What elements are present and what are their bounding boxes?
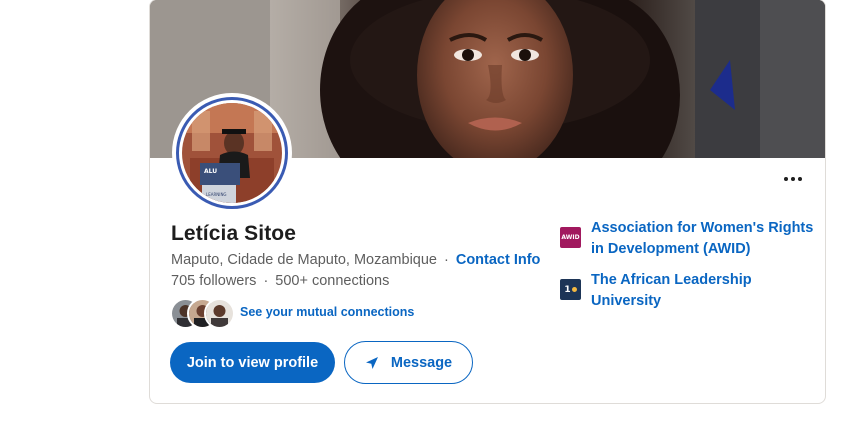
awid-logo-icon: AWID: [560, 227, 581, 248]
separator-dot: ·: [263, 273, 269, 289]
alu-logo-icon: 1: [560, 279, 581, 300]
organization-name: The African Leadership University: [591, 272, 752, 309]
organization-name: Association for Women's Rights in Develo…: [591, 220, 814, 257]
message-button[interactable]: Message: [344, 341, 473, 384]
profile-page: ALU LEARNING Letícia Sitoe Maputo, Cidad…: [0, 0, 849, 434]
mutual-connections-label: See your mutual connections: [240, 305, 415, 319]
mutual-connections-link[interactable]: See your mutual connections: [170, 297, 415, 329]
mutual-avatars: [170, 298, 235, 329]
join-to-view-profile-button[interactable]: Join to view profile: [170, 342, 335, 383]
profile-name: Letícia Sitoe: [171, 222, 297, 245]
organization-item-awid[interactable]: AWID Association for Women's Rights in D…: [560, 218, 813, 260]
profile-avatar[interactable]: ALU LEARNING: [172, 93, 292, 213]
avatar-banner-text: ALU: [204, 168, 217, 175]
more-horizontal-icon: [784, 177, 802, 181]
avatar-podium-text: LEARNING: [206, 192, 227, 197]
organization-item-alu[interactable]: 1 The African Leadership University: [560, 270, 752, 312]
contact-info-link[interactable]: Contact Info: [456, 252, 541, 268]
avatar-photo: ALU LEARNING: [182, 103, 282, 203]
mutual-avatar: [204, 298, 235, 329]
separator-dot: ·: [444, 252, 449, 268]
followers-count: 705 followers: [171, 273, 257, 289]
avatar-ring: ALU LEARNING: [176, 97, 288, 209]
location-row: Maputo, Cidade de Maputo, Mozambique · Con…: [171, 252, 540, 268]
location-text: Maputo, Cidade de Maputo, Mozambique: [171, 252, 437, 268]
connections-count: 500+ connections: [275, 273, 390, 289]
stats-row: 705 followers · 500+ connections: [171, 273, 389, 289]
more-options-button[interactable]: [779, 168, 807, 190]
message-label: Message: [390, 354, 453, 371]
send-icon: [365, 356, 378, 369]
